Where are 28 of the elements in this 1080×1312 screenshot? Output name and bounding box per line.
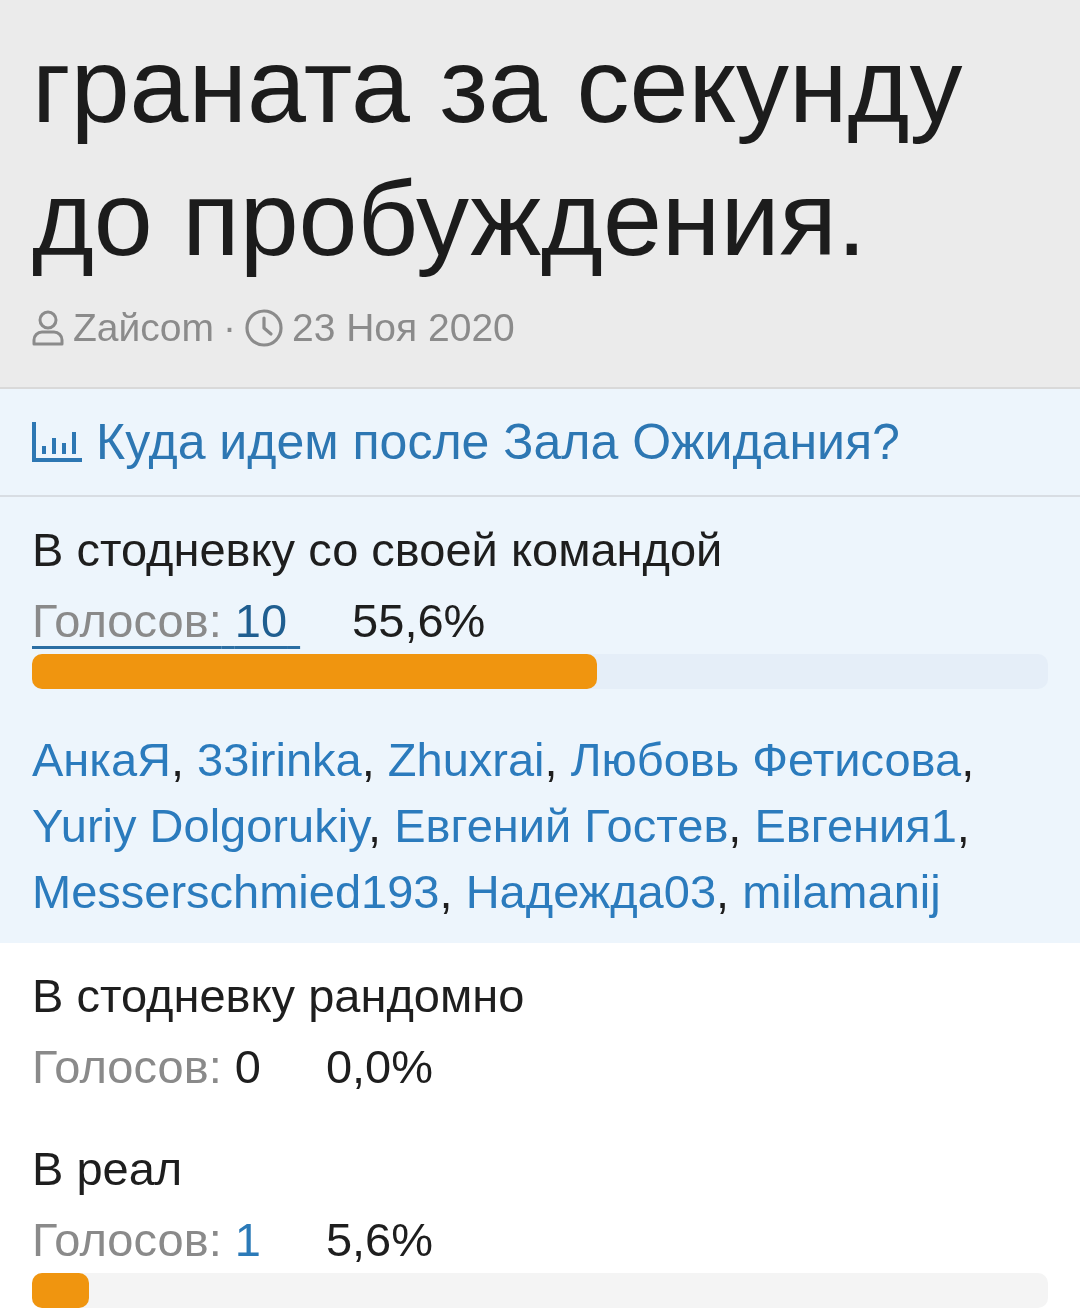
- poll-title: Куда идем после Зала Ожидания?: [96, 413, 900, 471]
- votes-count: Голосов: 0: [32, 1039, 261, 1095]
- user-icon: [32, 310, 64, 346]
- voter-link[interactable]: Любовь Фетисова: [570, 733, 962, 786]
- votes-link[interactable]: Голосов: 1: [32, 1212, 261, 1268]
- option-label: В реал: [32, 1141, 184, 1197]
- author-link[interactable]: Zaйcom: [73, 305, 214, 351]
- bar-chart-icon: [32, 422, 82, 462]
- meta-separator: ·: [223, 305, 236, 351]
- voter-list: АнкаЯ, 33irinka, Zhuxrai, Любовь Фетисова, Yuriy Dolgorukiy, Евгений Гостев, Евгения1, Messerschmied193, Надежда03, milamanij: [32, 727, 1048, 925]
- voter-link[interactable]: Евгения1: [754, 799, 957, 852]
- votes-link[interactable]: Голосов: 10: [32, 593, 301, 649]
- voter-link[interactable]: Yuriy Dolgorukiy: [32, 799, 369, 852]
- voter-link[interactable]: Надежда03: [465, 865, 717, 918]
- option-label: В стодневку рандомно: [32, 968, 526, 1024]
- option-label: В стодневку со своей командой: [32, 522, 724, 578]
- vote-percent: 0,0%: [325, 1039, 434, 1095]
- vote-percent: 5,6%: [325, 1212, 434, 1268]
- voter-link[interactable]: АнкаЯ: [32, 733, 171, 786]
- voter-link[interactable]: Евгений Гостев: [394, 799, 729, 852]
- date-link[interactable]: 23 Ноя 2020: [292, 305, 515, 351]
- voter-link[interactable]: Messerschmied193: [32, 865, 440, 918]
- voter-link[interactable]: Zhuxrai: [387, 733, 545, 786]
- voter-link[interactable]: milamanij: [742, 865, 941, 918]
- voter-link[interactable]: 33irinka: [197, 733, 362, 786]
- clock-icon: [245, 309, 283, 347]
- vote-percent: 55,6%: [352, 593, 486, 649]
- article-title: граната за секунду до пробуждения.: [32, 25, 964, 279]
